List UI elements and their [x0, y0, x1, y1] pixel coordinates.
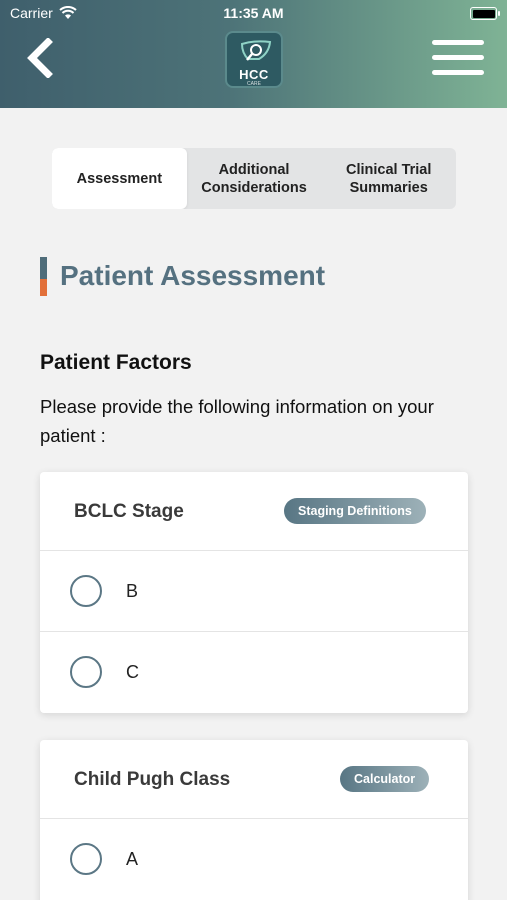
card-header: Child Pugh Class Calculator — [40, 740, 468, 819]
section-accent-bar — [40, 257, 47, 296]
staging-definitions-button[interactable]: Staging Definitions — [284, 498, 426, 524]
menu-bar-bottom — [432, 70, 484, 75]
tab-additional-considerations[interactable]: Additional Considerations — [187, 148, 322, 209]
chevron-left-icon — [27, 37, 53, 79]
option-label: A — [126, 849, 139, 869]
back-button[interactable] — [22, 37, 58, 79]
menu-button[interactable] — [432, 40, 484, 76]
logo-subtext: CARE — [247, 81, 261, 87]
hamburger-menu-icon — [432, 40, 484, 45]
option-label: C — [126, 662, 139, 682]
child-pugh-class-card: Child Pugh Class Calculator A — [40, 740, 468, 900]
radio-button[interactable] — [70, 843, 102, 875]
option-row-b[interactable]: B — [40, 551, 468, 632]
logo-text: HCC — [239, 67, 269, 82]
calculator-button[interactable]: Calculator — [340, 766, 430, 792]
card-title: BCLC Stage — [74, 501, 184, 522]
patient-factors-heading: Patient Factors — [40, 351, 192, 374]
option-row-a[interactable]: A — [40, 819, 468, 900]
segmented-tabs: Assessment Additional Considerations Cli… — [52, 148, 456, 209]
instructions-text: Please provide the following information… — [40, 396, 434, 446]
menu-bar-middle — [432, 55, 484, 60]
tab-assessment[interactable]: Assessment — [52, 148, 187, 209]
radio-button[interactable] — [70, 575, 102, 607]
page-title: Patient Assessment — [60, 260, 326, 291]
tab-clinical-trial-summaries[interactable]: Clinical Trial Summaries — [321, 148, 456, 209]
option-label: B — [126, 581, 139, 601]
app-header: Carrier 11:35 AM HCC CARE — [0, 0, 507, 108]
bclc-stage-card: BCLC Stage Staging Definitions B C — [40, 472, 468, 713]
app-logo: HCC CARE — [225, 31, 283, 88]
option-row-c[interactable]: C — [40, 632, 468, 713]
battery-icon — [470, 7, 500, 20]
card-header: BCLC Stage Staging Definitions — [40, 472, 468, 551]
card-title: Child Pugh Class — [74, 769, 231, 790]
status-bar: Carrier 11:35 AM — [0, 0, 507, 28]
magnifier-liver-icon — [240, 40, 272, 61]
status-time: 11:35 AM — [223, 5, 284, 21]
radio-button[interactable] — [70, 656, 102, 688]
